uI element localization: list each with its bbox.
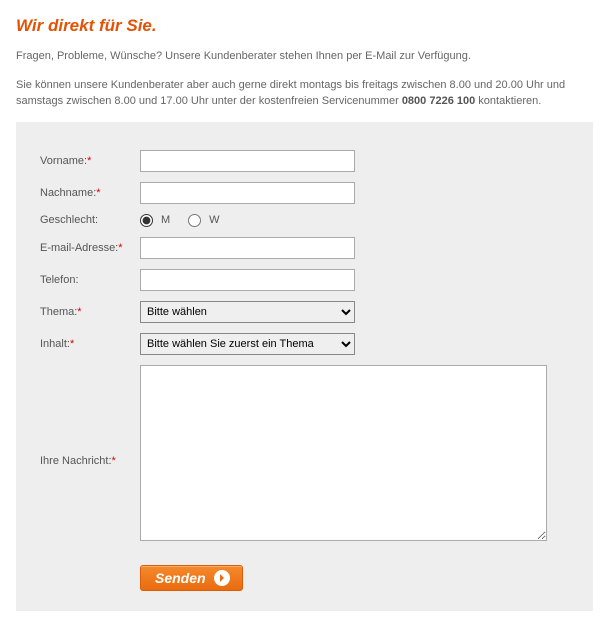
- nachricht-field[interactable]: [140, 365, 547, 541]
- nachname-field[interactable]: [140, 182, 355, 204]
- arrow-right-icon: [214, 570, 230, 586]
- submit-row: Senden: [40, 565, 569, 591]
- inhalt-select[interactable]: Bitte wählen Sie zuerst ein Thema: [140, 333, 355, 355]
- vorname-field[interactable]: [140, 150, 355, 172]
- intro-line-2: Sie können unsere Kundenberater aber auc…: [16, 77, 593, 110]
- label-telefon: Telefon:: [40, 274, 140, 286]
- row-nachname: Nachname:*: [40, 182, 569, 204]
- row-inhalt: Inhalt:* Bitte wählen Sie zuerst ein The…: [40, 333, 569, 355]
- label-inhalt: Inhalt:*: [40, 338, 140, 350]
- row-nachricht: Ihre Nachricht:*: [40, 365, 569, 541]
- thema-select[interactable]: Bitte wählen: [140, 301, 355, 323]
- service-phone: 0800 7226 100: [402, 95, 475, 107]
- intro-text: Fragen, Probleme, Wünsche? Unsere Kunden…: [16, 48, 593, 110]
- radio-m-label: M: [161, 214, 170, 226]
- row-geschlecht: Geschlecht: M W: [40, 214, 569, 227]
- radio-w[interactable]: [188, 214, 201, 227]
- label-email: E-mail-Adresse:*: [40, 242, 140, 254]
- label-geschlecht: Geschlecht:: [40, 214, 140, 226]
- telefon-field[interactable]: [140, 269, 355, 291]
- label-nachricht: Ihre Nachricht:*: [40, 365, 140, 467]
- contact-form: Vorname:* Nachname:* Geschlecht: M W E-m…: [16, 122, 593, 611]
- geschlecht-group: M W: [140, 214, 220, 227]
- page-title: Wir direkt für Sie.: [16, 16, 593, 36]
- intro-line-1: Fragen, Probleme, Wünsche? Unsere Kunden…: [16, 48, 593, 65]
- send-button-label: Senden: [155, 570, 206, 586]
- row-thema: Thema:* Bitte wählen: [40, 301, 569, 323]
- radio-m[interactable]: [140, 214, 153, 227]
- row-telefon: Telefon:: [40, 269, 569, 291]
- row-email: E-mail-Adresse:*: [40, 237, 569, 259]
- radio-w-wrap[interactable]: W: [188, 214, 219, 227]
- label-vorname: Vorname:*: [40, 155, 140, 167]
- radio-w-label: W: [209, 214, 219, 226]
- label-nachname: Nachname:*: [40, 187, 140, 199]
- intro-line-2b: kontaktieren.: [475, 95, 541, 107]
- radio-m-wrap[interactable]: M: [140, 214, 170, 227]
- row-vorname: Vorname:*: [40, 150, 569, 172]
- send-button[interactable]: Senden: [140, 565, 243, 591]
- label-thema: Thema:*: [40, 306, 140, 318]
- email-field[interactable]: [140, 237, 355, 259]
